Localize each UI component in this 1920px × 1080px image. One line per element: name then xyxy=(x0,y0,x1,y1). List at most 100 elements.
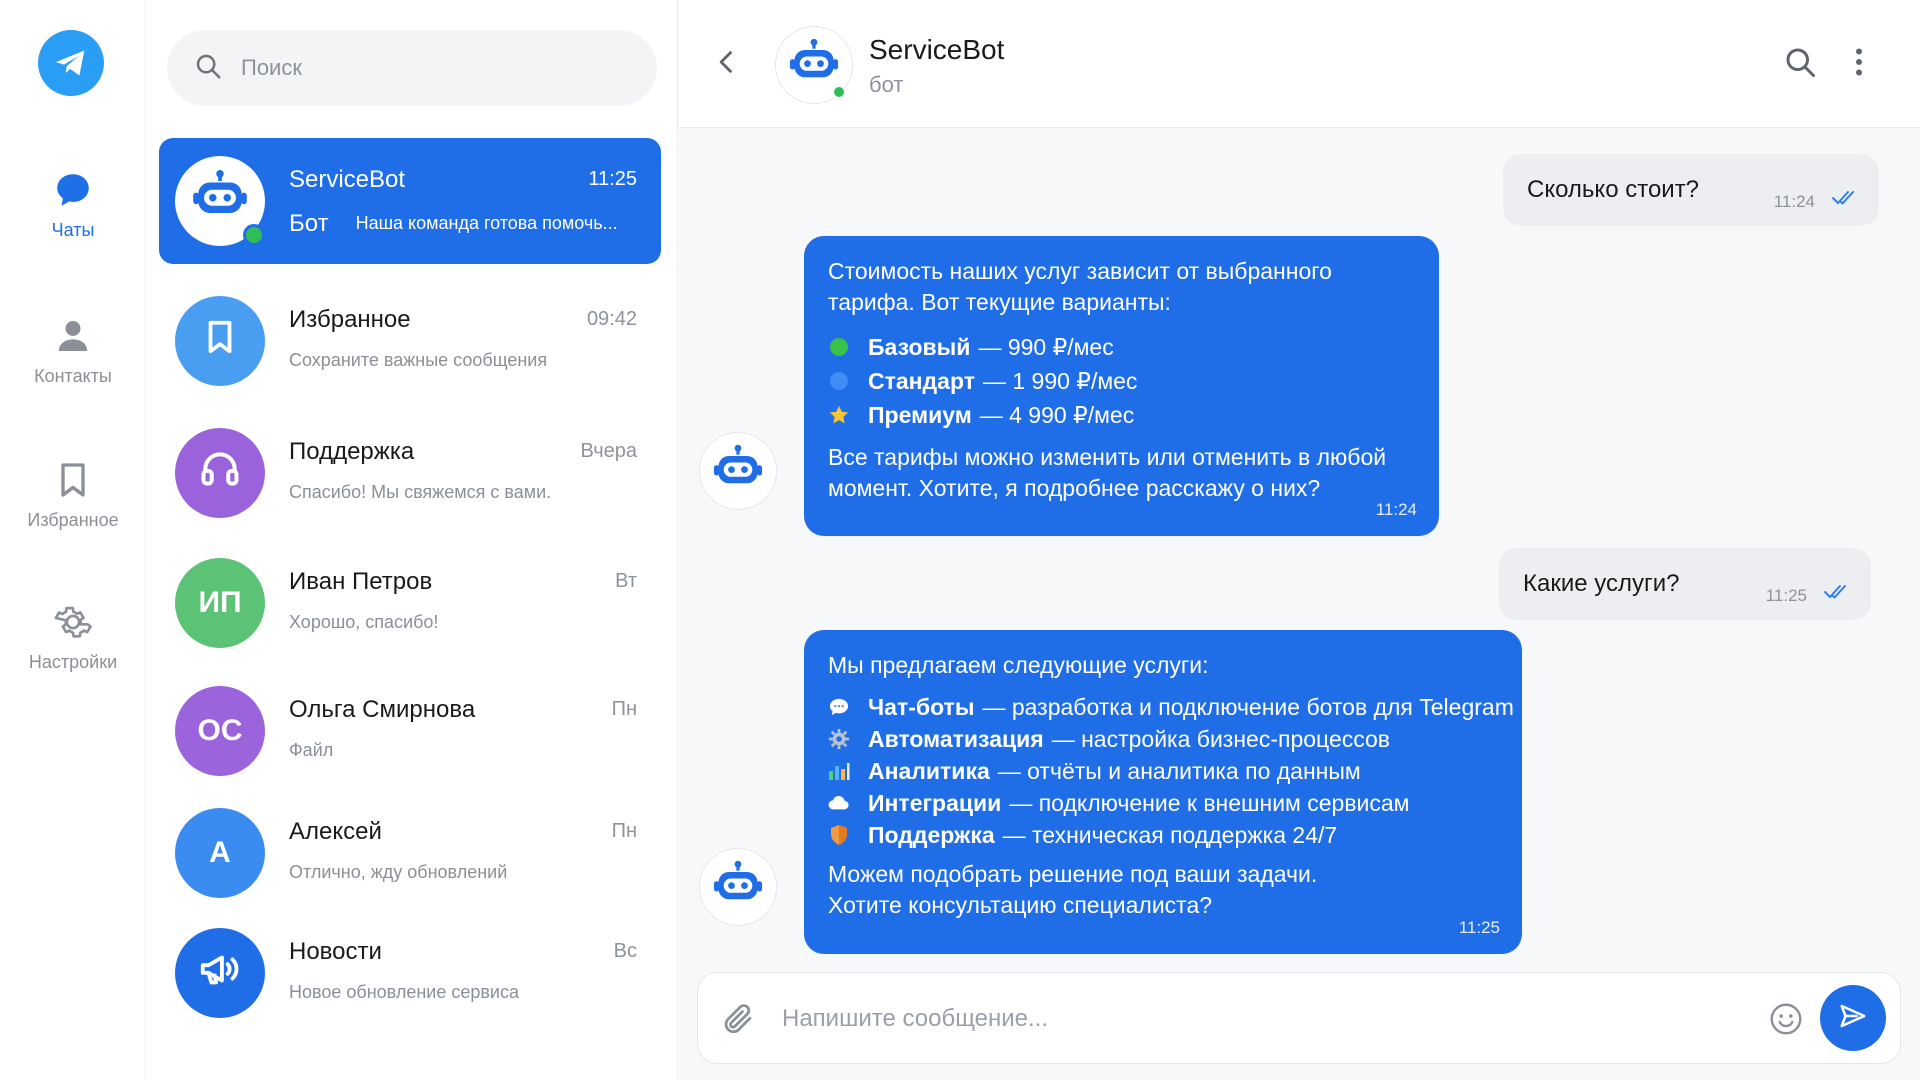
message-input[interactable] xyxy=(782,997,1702,1041)
chat-time: Вс xyxy=(613,940,637,962)
chat-item-servicebot[interactable]: ServiceBot 11:25 Бот Наша команда готова… xyxy=(159,138,661,264)
message-text: Какие услуги? xyxy=(1523,570,1680,597)
send-button[interactable] xyxy=(1820,985,1886,1051)
search-icon xyxy=(1782,48,1818,84)
bookmark-icon xyxy=(201,318,239,364)
chat-item-aleksey[interactable]: А Алексей Пн Отлично, жду обновлений xyxy=(159,790,661,916)
emoji-button[interactable] xyxy=(1768,1001,1804,1042)
message-composer xyxy=(697,972,1901,1064)
search-icon xyxy=(193,51,223,86)
nav-item-label: Избранное xyxy=(27,510,119,530)
chat-time: 09:42 xyxy=(586,308,637,330)
search-input[interactable] xyxy=(241,55,621,81)
chat-time: 11:25 xyxy=(588,168,637,190)
nav-rail: Чаты Контакты Избранное Настройки xyxy=(0,0,146,1080)
message-time: 11:24 xyxy=(1773,192,1815,211)
avatar xyxy=(175,428,265,518)
message-text: Все тарифы можно изменить или отменить в… xyxy=(828,444,1387,501)
message-outgoing: Сколько стоит? 11:24 xyxy=(1503,154,1879,226)
chat-time: Пн xyxy=(611,698,637,720)
item-detail: — техническая поддержка 24/7 xyxy=(1002,822,1338,848)
nav-item-chats[interactable]: Чаты xyxy=(0,168,146,241)
nav-item-label: Контакты xyxy=(34,366,112,386)
chat-preview: Спасибо! Мы свяжемся с вами. xyxy=(289,482,552,502)
paperclip-icon xyxy=(720,1004,756,1041)
chat-status: бот xyxy=(869,72,904,97)
double-check-icon xyxy=(1823,583,1851,606)
search-bar[interactable] xyxy=(167,30,657,106)
chat-preview: Новое обновление сервиса xyxy=(289,982,519,1002)
attach-button[interactable] xyxy=(720,1001,756,1042)
megaphone-icon xyxy=(197,946,243,1000)
chat-list-panel: ServiceBot 11:25 Бот Наша команда готова… xyxy=(147,0,678,1080)
chat-name: ServiceBot xyxy=(289,166,406,193)
nav-item-contacts[interactable]: Контакты xyxy=(0,314,146,387)
chat-name: Поддержка xyxy=(289,438,415,465)
services-list: Чат-боты — разработка и подключение бото… xyxy=(828,691,1514,851)
bot-tag: Бот xyxy=(289,210,329,237)
cloud-icon xyxy=(828,792,850,814)
chat-preview-row: Бот Наша команда готова помочь... xyxy=(289,210,618,238)
list-item: Премиум — 4 990 ₽/мес xyxy=(828,398,1415,432)
bot-avatar xyxy=(699,848,777,926)
bar-chart-icon xyxy=(828,760,850,782)
item-detail: — отчёты и аналитика по данным xyxy=(997,758,1361,784)
chat-name: Иван Петров xyxy=(289,568,433,595)
star-icon xyxy=(828,404,850,426)
item-detail: — 4 990 ₽/мес xyxy=(979,402,1135,428)
list-item: Чат-боты — разработка и подключение бото… xyxy=(828,691,1514,723)
robot-icon xyxy=(788,37,840,94)
chat-name: Ольга Смирнова xyxy=(289,696,476,723)
chat-preview: Отлично, жду обновлений xyxy=(289,862,508,882)
speech-bubble-icon xyxy=(828,696,850,718)
nav-item-label: Чаты xyxy=(51,220,95,240)
chat-preview: Файл xyxy=(289,740,334,760)
chat-pane: ServiceBot бот Сколько стоит? 11:24 Стои… xyxy=(679,0,1920,1080)
nav-item-label: Настройки xyxy=(28,652,118,672)
headset-icon xyxy=(198,447,242,499)
chat-header: ServiceBot бот xyxy=(679,0,1920,128)
back-button[interactable] xyxy=(709,46,745,82)
chat-item-support[interactable]: Поддержка Вчера Спасибо! Мы свяжемся с в… xyxy=(159,410,661,536)
bot-avatar xyxy=(699,432,777,510)
chat-title: ServiceBot xyxy=(869,34,1005,65)
robot-icon xyxy=(191,168,249,234)
item-detail: — разработка и подключение ботов для Tel… xyxy=(982,694,1514,720)
item-detail: — подключение к внешним сервисам xyxy=(1009,790,1410,816)
item-name: Интеграции xyxy=(868,790,1002,816)
send-icon xyxy=(1838,1001,1868,1036)
chat-time: Вчера xyxy=(580,440,637,462)
chat-preview: Наша команда готова помочь... xyxy=(355,213,618,233)
chat-search-button[interactable] xyxy=(1782,44,1818,85)
chat-item-favorites[interactable]: Избранное 09:42 Сохраните важные сообщен… xyxy=(159,278,661,404)
item-detail: — настройка бизнес-процессов xyxy=(1051,726,1391,752)
chat-item-olga-smirnova[interactable]: ОС Ольга Смирнова Пн Файл xyxy=(159,668,661,794)
item-name: Стандарт xyxy=(868,368,975,394)
blue-circle-icon xyxy=(828,370,850,392)
more-menu-button[interactable] xyxy=(1844,44,1874,85)
chat-preview: Сохраните важные сообщения xyxy=(289,350,548,370)
chat-name: Новости xyxy=(289,938,382,965)
avatar: ОС xyxy=(175,686,265,776)
chat-name: Избранное xyxy=(289,306,411,333)
chat-time: Вт xyxy=(615,570,637,592)
item-detail: — 990 ₽/мес xyxy=(978,334,1114,360)
message-time: 11:25 xyxy=(1765,586,1807,605)
telegram-logo-icon[interactable] xyxy=(38,30,104,96)
item-name: Базовый xyxy=(868,334,971,360)
list-item: Базовый — 990 ₽/мес xyxy=(828,330,1415,364)
list-item: Аналитика — отчёты и аналитика по данным xyxy=(828,755,1498,787)
list-item: Интеграции — подключение к внешним серви… xyxy=(828,787,1498,819)
nav-item-favorites[interactable]: Избранное xyxy=(0,458,146,531)
message-text: Стоимость наших услуг зависит от выбранн… xyxy=(828,258,1332,315)
smiley-icon xyxy=(1768,1003,1804,1041)
bookmark-icon xyxy=(51,458,95,502)
robot-icon xyxy=(712,859,764,916)
list-item: Поддержка — техническая поддержка 24/7 xyxy=(828,819,1498,851)
chat-item-news[interactable]: Новости Вс Новое обновление сервиса xyxy=(159,910,661,1036)
chat-item-ivan-petrov[interactable]: ИП Иван Петров Вт Хорошо, спасибо! xyxy=(159,540,661,666)
avatar xyxy=(175,928,265,1018)
green-circle-icon xyxy=(828,336,850,358)
person-icon xyxy=(51,314,95,358)
nav-item-settings[interactable]: Настройки xyxy=(0,600,146,673)
